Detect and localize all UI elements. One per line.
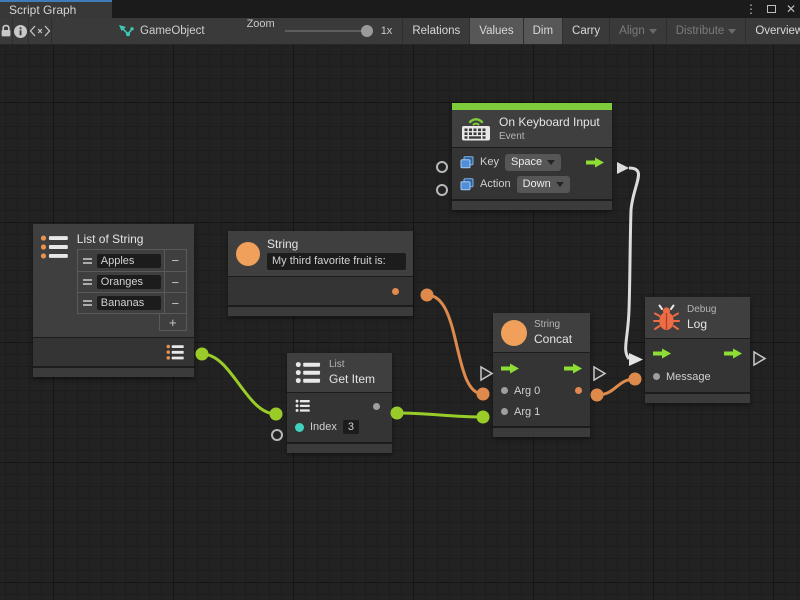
- concat-flow-in-port[interactable]: [481, 367, 492, 380]
- maximize-icon[interactable]: [767, 5, 776, 13]
- getitem-output-port[interactable]: [391, 407, 404, 420]
- lock-button[interactable]: [0, 18, 13, 44]
- tab-script-graph[interactable]: Script Graph: [0, 0, 112, 18]
- close-icon[interactable]: ✕: [786, 0, 796, 18]
- edit-graph-button[interactable]: [29, 18, 52, 44]
- concat-flow-out-port[interactable]: [594, 367, 605, 380]
- wire-overlay: [0, 45, 800, 600]
- log-message-port[interactable]: [629, 373, 642, 386]
- window-controls: ⋮ ✕: [745, 0, 796, 18]
- graph-owner[interactable]: GameObject: [104, 18, 219, 44]
- concat-arg1-port[interactable]: [477, 411, 490, 424]
- toolbar-button-distribute[interactable]: Distribute: [666, 18, 746, 44]
- keyboard-action-port[interactable]: [437, 185, 447, 195]
- wire-list-to-getitem[interactable]: [202, 354, 276, 414]
- toolbar-button-dim[interactable]: Dim: [523, 18, 562, 44]
- info-icon: [13, 24, 28, 39]
- keyboard-flow-out-port[interactable]: [617, 162, 629, 174]
- zoom-label: Zoom: [247, 18, 275, 44]
- toolbar-button-relations[interactable]: Relations: [402, 18, 469, 44]
- zoom-value: 1x: [381, 25, 393, 37]
- lock-icon: [0, 24, 12, 38]
- script-machine-icon: [118, 24, 134, 38]
- toolbar-button-align[interactable]: Align: [609, 18, 666, 44]
- toolbar-button-values[interactable]: Values: [469, 18, 522, 44]
- wire-getitem-to-concat[interactable]: [397, 413, 483, 417]
- graph-owner-label: GameObject: [140, 25, 205, 37]
- keyboard-key-port[interactable]: [437, 162, 447, 172]
- wire-event-to-log[interactable]: [626, 168, 639, 359]
- concat-arg0-port[interactable]: [477, 388, 490, 401]
- chevron-down-icon: [728, 29, 736, 34]
- zoom-slider-handle[interactable]: [361, 25, 373, 37]
- tab-title: Script Graph: [9, 3, 76, 17]
- zoom-slider[interactable]: [285, 30, 373, 32]
- wire-string-to-concat[interactable]: [427, 295, 483, 394]
- toolbar-button-carry[interactable]: Carry: [562, 18, 609, 44]
- chevron-down-icon: [649, 29, 657, 34]
- code-icon: [29, 25, 51, 37]
- window-menu-icon[interactable]: ⋮: [745, 0, 757, 18]
- unity-visual-scripting-window: Script Graph ⋮ ✕: [0, 0, 800, 600]
- toolbar-button-overview[interactable]: Overview: [745, 18, 800, 44]
- graph-toolbar: GameObject Zoom 1x Relations Values Dim …: [0, 18, 800, 45]
- log-flow-out-port[interactable]: [754, 352, 765, 365]
- log-flow-in-port[interactable]: [629, 353, 643, 366]
- list-output-port[interactable]: [196, 348, 209, 361]
- concat-result-port[interactable]: [591, 389, 604, 402]
- info-button[interactable]: [13, 18, 29, 44]
- getitem-list-in-port[interactable]: [270, 408, 283, 421]
- window-tab-strip: Script Graph ⋮ ✕: [0, 0, 800, 18]
- graph-canvas[interactable]: On Keyboard Input Event Key Space: [0, 45, 800, 600]
- string-output-port[interactable]: [421, 289, 434, 302]
- getitem-index-port[interactable]: [272, 430, 282, 440]
